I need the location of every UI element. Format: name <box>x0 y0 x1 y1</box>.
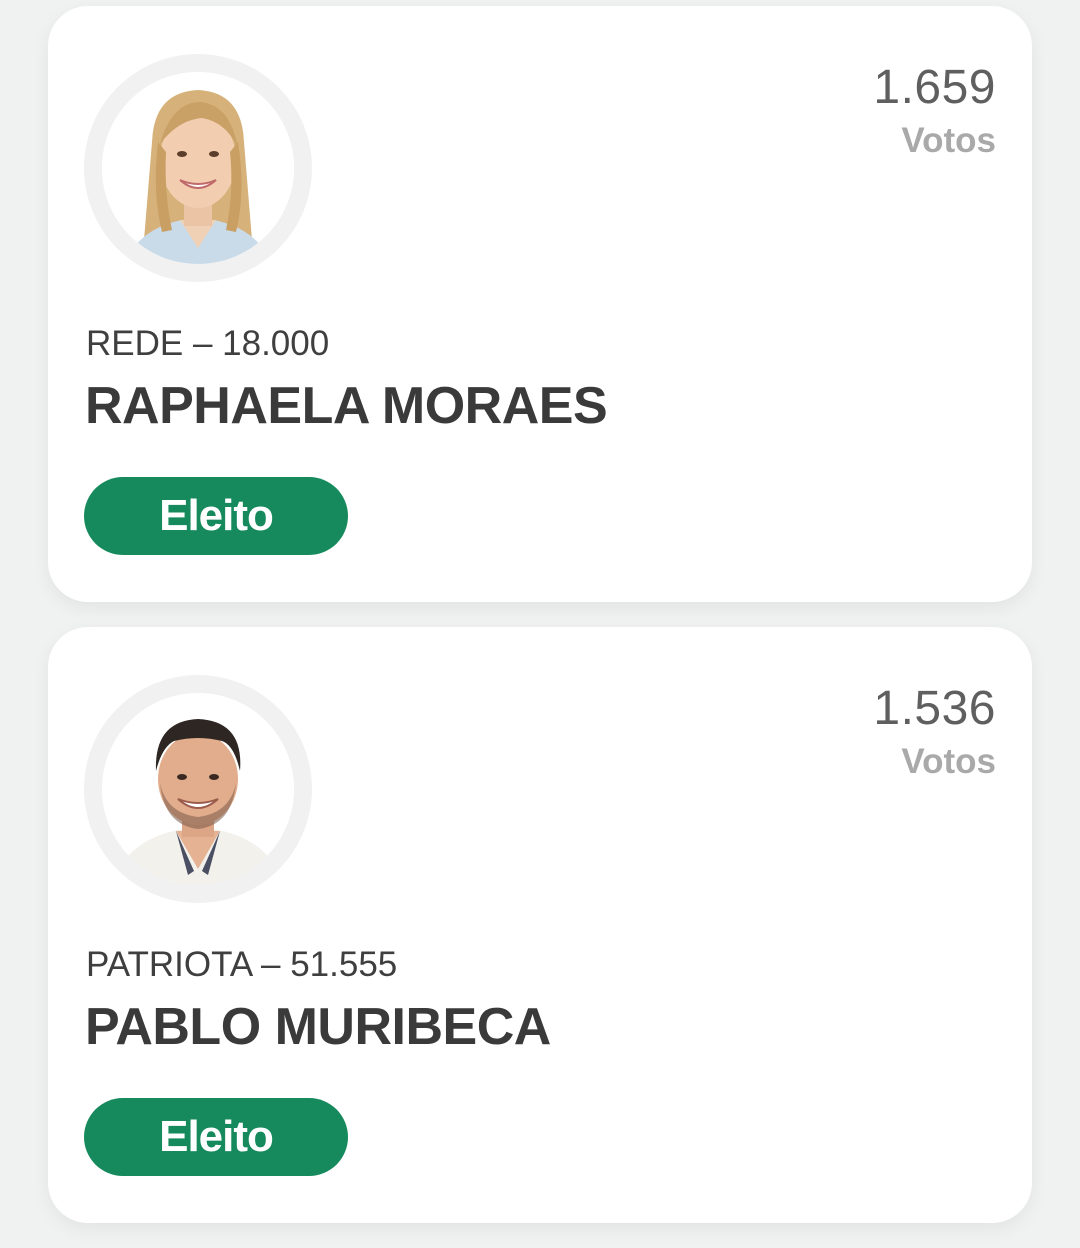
votes-count: 1.659 <box>873 61 996 114</box>
candidate-name: RAPHAELA MORAES <box>85 377 608 435</box>
votes-label: Votos <box>901 742 996 781</box>
avatar <box>84 675 312 903</box>
votes-block: 1.659 Votos <box>873 62 996 162</box>
party-number: PATRIOTA – 51.555 <box>86 945 398 984</box>
votes-label: Votos <box>901 121 996 160</box>
votes-count: 1.536 <box>873 682 996 735</box>
candidate-name: PABLO MURIBECA <box>85 998 551 1056</box>
elected-badge[interactable]: Eleito <box>84 477 348 555</box>
avatar <box>84 54 312 282</box>
candidate-card[interactable]: 1.659 Votos REDE – 18.000 RAPHAELA MORAE… <box>48 6 1032 602</box>
candidate-photo <box>102 72 294 264</box>
elected-badge[interactable]: Eleito <box>84 1098 348 1176</box>
candidate-card[interactable]: 1.536 Votos PATRIOTA – 51.555 PABLO MURI… <box>48 627 1032 1223</box>
votes-block: 1.536 Votos <box>873 683 996 783</box>
candidate-photo <box>102 693 294 885</box>
results-page: 1.659 Votos REDE – 18.000 RAPHAELA MORAE… <box>0 0 1080 1248</box>
party-number: REDE – 18.000 <box>86 324 330 363</box>
